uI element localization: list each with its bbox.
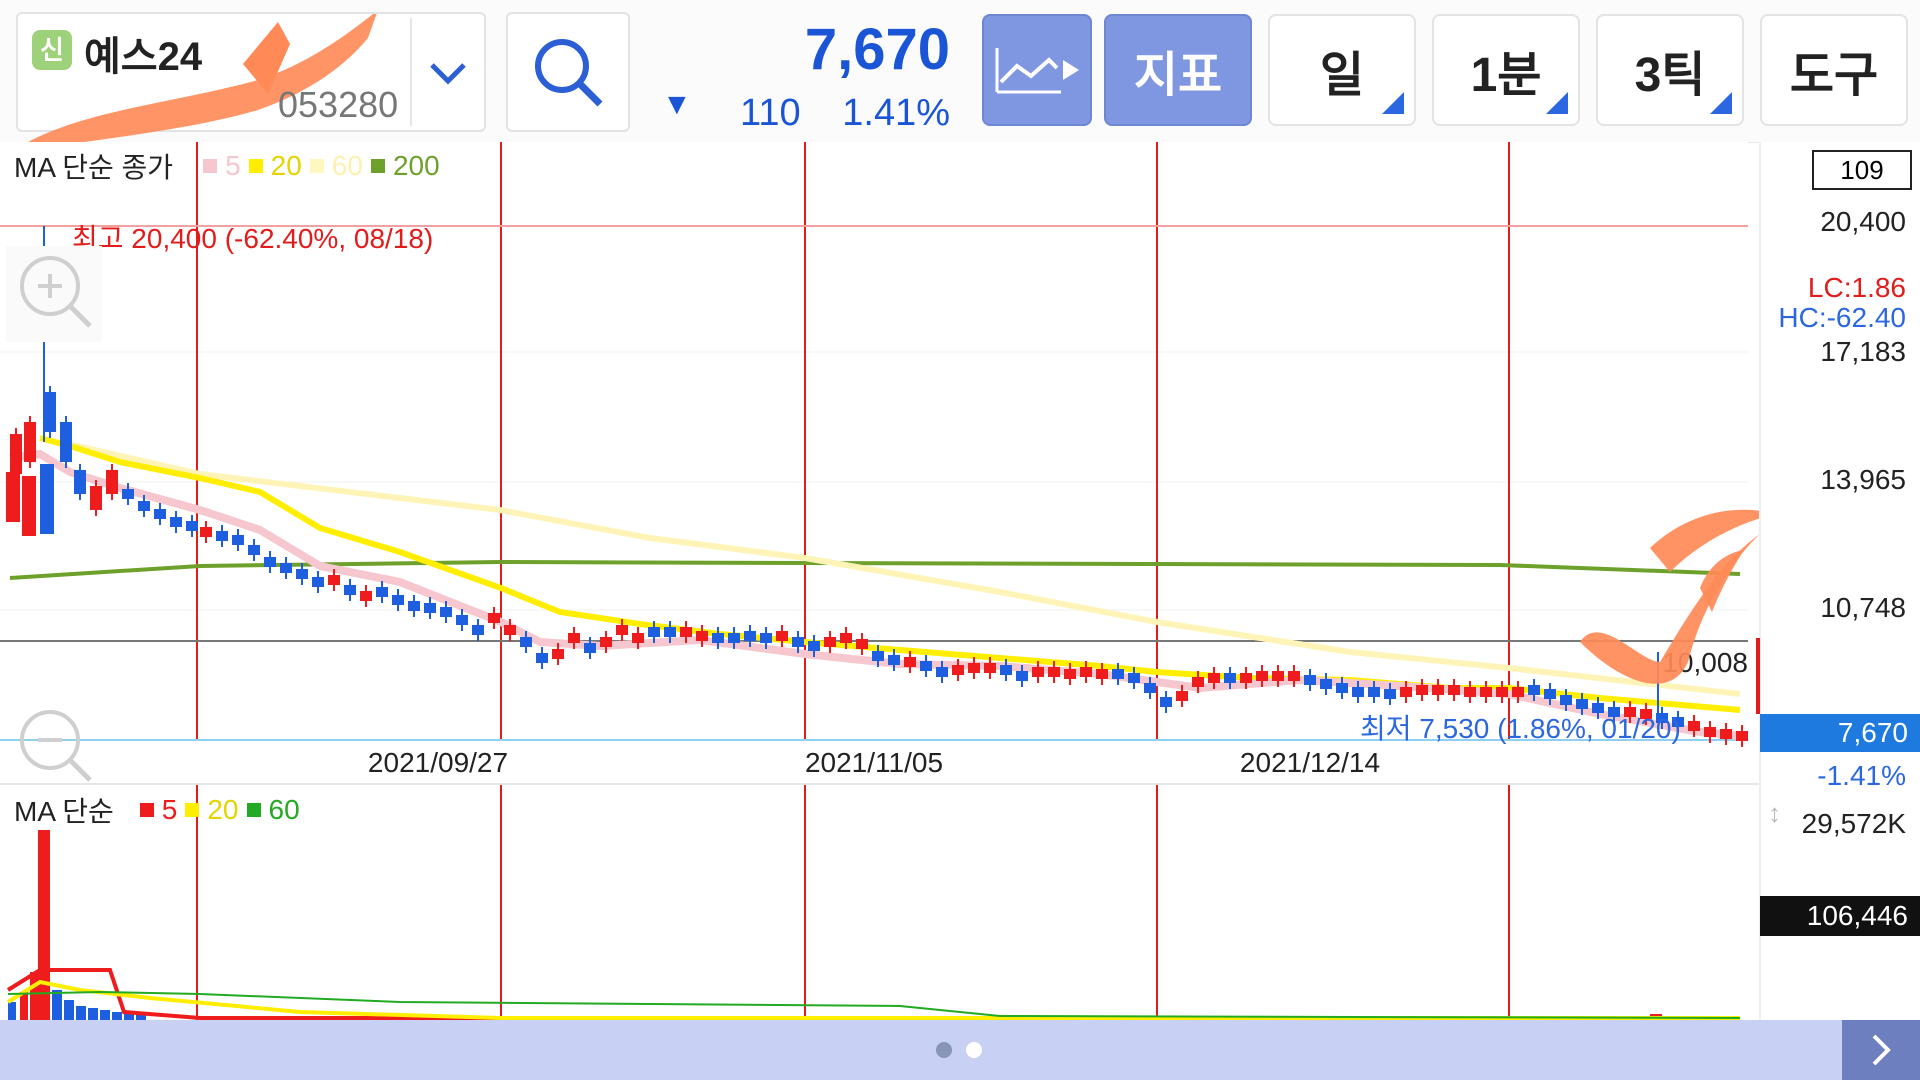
main-ma-legend[interactable]: MA 단순 종가 5 20 60 200: [14, 146, 440, 186]
bottom-pager-bar: [0, 1020, 1920, 1080]
y-tick-4: 10,748: [1820, 592, 1906, 623]
y-tick-2: 17,183: [1820, 336, 1906, 367]
next-page-button[interactable]: [1842, 1020, 1920, 1080]
high-annotation: 최고 20,400 (-62.40%, 08/18): [72, 223, 433, 254]
vol-ma5-label: 5: [161, 794, 178, 825]
interval-label: 1분: [1470, 49, 1542, 102]
price-change-percent: 1.41%: [842, 92, 950, 134]
x-tick-3: 2021/12/14: [1240, 747, 1380, 778]
vol-ma60-swatch: [246, 803, 261, 817]
candle: [6, 472, 20, 522]
price-change: 110: [740, 92, 801, 134]
vol-ma60-label: 60: [268, 794, 300, 825]
chevron-down-icon: [430, 63, 466, 85]
x-tick-1: 2021/09/27: [368, 747, 508, 778]
search-icon: [535, 39, 603, 107]
stock-badge: 신: [32, 30, 72, 70]
y-tick-3: 13,965: [1820, 464, 1906, 495]
main-legend-title: MA 단순 종가: [14, 152, 174, 183]
volume-axis-label: 29,572K: [1801, 808, 1906, 839]
volume-value-box: 106,446: [1760, 896, 1920, 936]
indicator-button[interactable]: 지표: [1104, 14, 1252, 126]
hc-label: HC:-62.40: [1778, 302, 1906, 333]
vol-ma20-label: 20: [207, 794, 239, 825]
dropdown-corner-icon: [1382, 92, 1404, 114]
volume-bars: [8, 830, 1662, 1020]
chart-area[interactable]: 최고 20,400 (-62.40%, 08/18) 최저 7,530 (1.8…: [0, 142, 1920, 1020]
x-tick-2: 2021/11/05: [805, 747, 943, 778]
price-pct-label: -1.41%: [1817, 760, 1906, 791]
chevron-right-icon: [1872, 1034, 1891, 1066]
chart-type-button[interactable]: [982, 14, 1092, 126]
ma60-swatch: [309, 159, 324, 173]
current-price: 7,670: [804, 17, 950, 82]
ma5-swatch: [203, 159, 218, 173]
tick-label: 3틱: [1634, 49, 1706, 102]
ma60-label: 60: [331, 150, 363, 181]
search-button[interactable]: [506, 12, 630, 132]
price-marker-bar: [1756, 638, 1760, 714]
stock-code: 053280: [278, 84, 399, 125]
vol-ma20-swatch: [185, 803, 200, 817]
ma5-label: 5: [225, 150, 241, 181]
zoom-in-icon[interactable]: [6, 246, 102, 342]
price-display: 7,670 ▼ 110 1.41%: [650, 12, 950, 134]
price-chart-svg[interactable]: 최고 20,400 (-62.40%, 08/18) 최저 7,530 (1.8…: [0, 142, 1920, 1020]
vol-legend-title: MA 단순: [14, 796, 114, 827]
ma200-swatch: [370, 159, 385, 173]
dropdown-corner-icon: [1546, 92, 1568, 114]
stock-selector[interactable]: 신 예스24 053280: [16, 12, 486, 150]
vol-ma60-line: [7, 990, 1741, 1019]
chart-line-icon: [995, 48, 1079, 94]
tick-button[interactable]: 3틱: [1596, 14, 1744, 126]
top-toolbar: 신 예스24 053280 7,670 ▼ 110 1.41% 지표 일 1분 …: [0, 0, 1920, 150]
lc-label: LC:1.86: [1807, 272, 1906, 303]
candle: [40, 464, 54, 534]
page-dot-active[interactable]: [936, 1042, 952, 1058]
candle: [22, 476, 36, 536]
ma200-label: 200: [392, 150, 440, 181]
low-annotation: 최저 7,530 (1.86%, 01/20): [1360, 713, 1681, 744]
vol-ma20-line: [6, 979, 1740, 1020]
current-price-box: 7,670: [1760, 714, 1920, 752]
period-label: 일: [1319, 49, 1365, 102]
period-button[interactable]: 일: [1268, 14, 1416, 126]
vol-ma5-swatch: [139, 803, 154, 817]
stock-name: 예스24: [84, 35, 203, 79]
interval-button[interactable]: 1분: [1432, 14, 1580, 126]
ma20-label: 20: [270, 150, 302, 181]
ma20-swatch: [248, 159, 263, 173]
page-dot[interactable]: [966, 1042, 982, 1058]
stock-dropdown-button[interactable]: [410, 18, 484, 126]
down-arrow-icon: ▼: [662, 88, 692, 121]
dropdown-corner-icon: [1710, 92, 1732, 114]
y-tick-1: 20,400: [1820, 206, 1906, 237]
tools-button[interactable]: 도구: [1760, 14, 1908, 126]
volume-ma-legend[interactable]: MA 단순 5 20 60: [14, 790, 300, 830]
count-box: 109: [1812, 150, 1912, 190]
